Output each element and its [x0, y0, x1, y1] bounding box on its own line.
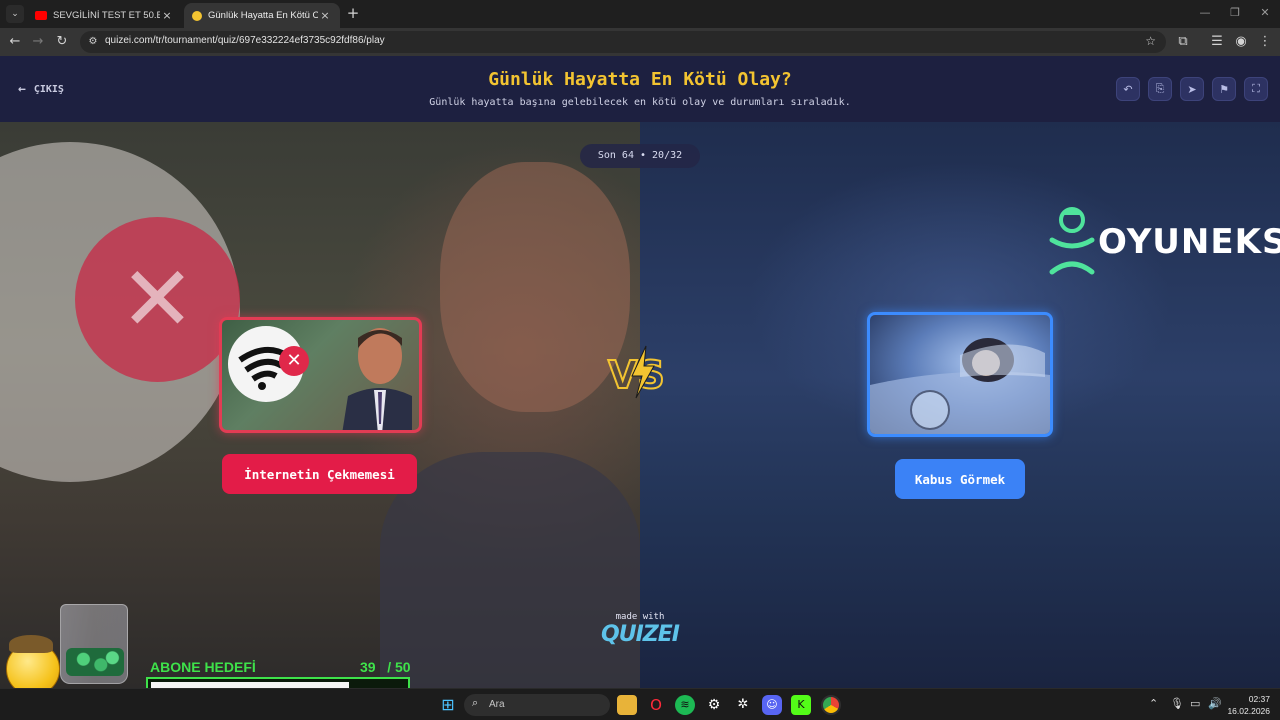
- volume-icon[interactable]: 🔊: [1208, 697, 1222, 710]
- versus-lightning-icon: VS: [607, 345, 666, 399]
- quiz-page: ← ÇIKIŞ Günlük Hayatta En Kötü Olay? Gün…: [0, 56, 1280, 688]
- oyuneks-watermark: OYUNEKS: [1048, 206, 1280, 278]
- profile-avatar-icon[interactable]: ◉: [1232, 33, 1250, 51]
- coins-image: [66, 648, 124, 676]
- share-icon[interactable]: ⎘: [1148, 77, 1172, 101]
- brand-text: OYUNEKS: [1098, 222, 1280, 262]
- reload-icon[interactable]: ↻: [53, 33, 71, 51]
- background-face-image: [440, 162, 630, 412]
- tab-title: SEVGİLİNİ TEST ET 50.BÖLÜM: [53, 10, 160, 21]
- made-with-quizei[interactable]: made with QUIZEI: [595, 612, 685, 647]
- restore-window-icon[interactable]: ❐: [1220, 4, 1250, 22]
- browser-tab-strip: ⌄ SEVGİLİNİ TEST ET 50.BÖLÜM × Günlük Ha…: [0, 0, 1280, 28]
- send-icon[interactable]: ➤: [1180, 77, 1204, 101]
- office-man-image: [342, 328, 412, 430]
- tab-list-chevron-icon[interactable]: ⌄: [6, 5, 24, 23]
- bookmark-star-icon[interactable]: ☆: [1145, 34, 1156, 48]
- fullscreen-icon[interactable]: ⛶: [1244, 77, 1268, 101]
- address-bar[interactable]: ⚙ quizei.com/tr/tournament/quiz/697e3322…: [80, 31, 1166, 53]
- reading-list-icon[interactable]: ☰: [1208, 33, 1226, 51]
- microphone-icon[interactable]: 🎙: [1170, 697, 1184, 710]
- clock-time: 02:37: [1248, 694, 1270, 704]
- discord-icon[interactable]: ☺: [762, 695, 782, 715]
- spotify-icon[interactable]: ≋: [675, 695, 695, 715]
- subscriber-goal-label: ABONE HEDEFİ: [150, 659, 256, 675]
- made-with-label: made with: [615, 612, 665, 622]
- taskbar-clock[interactable]: 02:37 16.02.2026: [1226, 693, 1270, 717]
- tray-chevron-up-icon[interactable]: ⌃: [1149, 697, 1158, 710]
- steam-icon[interactable]: ⚙: [704, 695, 724, 715]
- quizei-logo: QUIZEI: [601, 622, 680, 647]
- left-option-image[interactable]: ✕: [219, 317, 422, 433]
- settings-gear-icon[interactable]: ✲: [733, 695, 753, 715]
- search-placeholder: Ara: [489, 699, 505, 710]
- close-tab-icon[interactable]: ×: [160, 9, 174, 22]
- background-x-icon: ✕: [75, 217, 240, 382]
- menu-kebab-icon[interactable]: ⋮: [1256, 33, 1274, 51]
- chrome-icon[interactable]: [821, 695, 841, 715]
- browser-tab-1[interactable]: SEVGİLİNİ TEST ET 50.BÖLÜM ×: [27, 3, 182, 28]
- back-arrow-icon[interactable]: ←: [6, 33, 24, 51]
- right-option-button[interactable]: Kabus Görmek: [895, 459, 1025, 499]
- tab-title: Günlük Hayatta En Kötü Olay?: [208, 10, 318, 21]
- kick-app-icon[interactable]: K: [791, 695, 811, 715]
- flag-icon[interactable]: ⚑: [1212, 77, 1236, 101]
- left-option-button[interactable]: İnternetin Çekmemesi: [222, 454, 417, 494]
- file-explorer-icon[interactable]: [617, 695, 637, 715]
- minimize-window-icon[interactable]: —: [1190, 4, 1220, 22]
- youtube-favicon-icon: [35, 11, 47, 20]
- opera-browser-icon[interactable]: O: [646, 695, 666, 715]
- forward-arrow-icon[interactable]: →: [29, 33, 47, 51]
- network-icon[interactable]: ▭: [1190, 697, 1200, 710]
- quizei-favicon-icon: [192, 10, 202, 21]
- wifi-disc: ✕: [228, 326, 309, 402]
- nightmare-bed-image: [870, 338, 1050, 434]
- quiz-title: Günlük Hayatta En Kötü Olay?: [488, 69, 792, 90]
- close-window-icon[interactable]: ✕: [1250, 4, 1280, 22]
- browser-toolbar: ← → ↻ ⚙ quizei.com/tr/tournament/quiz/69…: [0, 28, 1280, 56]
- windows-taskbar: ⊞ ⌕ Ara O ≋ ⚙ ✲ ☺ K ⌃ 🎙 ▭ 🔊 02:37 16.02.…: [0, 688, 1280, 720]
- browser-tab-2-active[interactable]: Günlük Hayatta En Kötü Olay? ×: [184, 3, 340, 28]
- clock-date: 16.02.2026: [1227, 706, 1270, 716]
- site-info-icon[interactable]: ⚙: [86, 35, 100, 49]
- search-icon: ⌕: [472, 697, 479, 709]
- round-indicator: Son 64 • 20/32: [580, 144, 700, 168]
- close-tab-icon[interactable]: ×: [318, 9, 332, 22]
- taskbar-search-input[interactable]: ⌕ Ara: [464, 694, 610, 716]
- quiz-header: ← ÇIKIŞ Günlük Hayatta En Kötü Olay? Gün…: [0, 56, 1280, 122]
- extensions-puzzle-icon[interactable]: ⧉: [1174, 33, 1192, 51]
- undo-icon[interactable]: ↶: [1116, 77, 1140, 101]
- new-tab-plus-icon[interactable]: +: [344, 4, 362, 22]
- right-option-image[interactable]: [867, 312, 1053, 437]
- oyuneks-logo-icon: [1049, 207, 1095, 275]
- url-text: quizei.com/tr/tournament/quiz/697e332224…: [105, 35, 385, 46]
- quiz-subtitle: Günlük hayatta başına gelebilecek en köt…: [429, 97, 851, 108]
- windows-start-icon[interactable]: ⊞: [438, 695, 458, 715]
- no-connection-x-icon: ✕: [279, 346, 309, 376]
- alarm-clock-image: [910, 390, 950, 430]
- subscriber-goal-count: 39 / 50: [360, 659, 411, 675]
